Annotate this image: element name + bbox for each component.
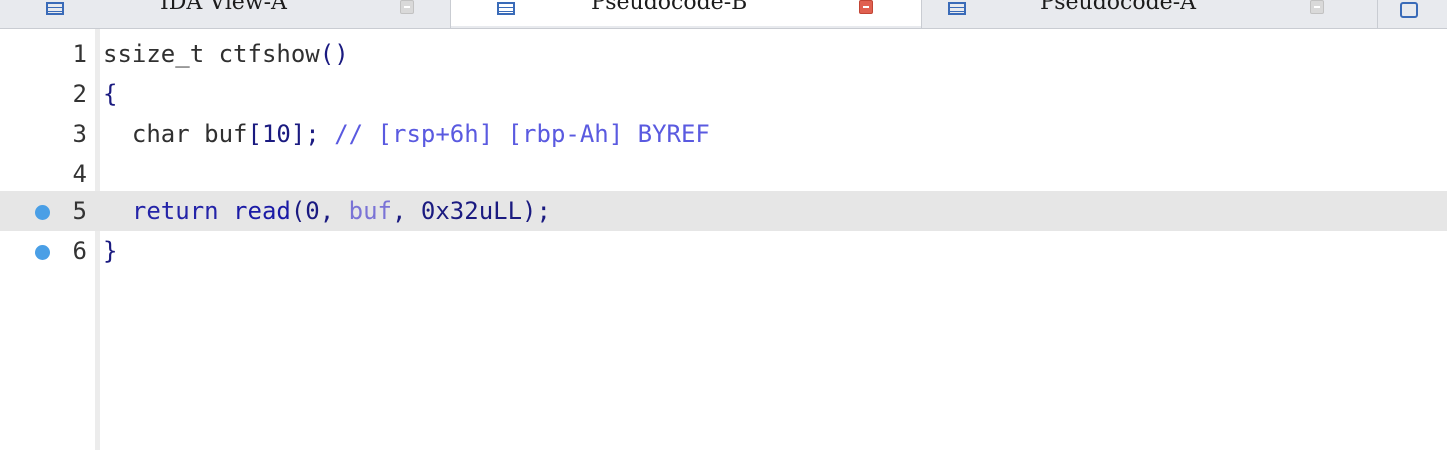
pseudocode-icon <box>948 2 966 15</box>
code-line[interactable]: 4 <box>0 154 1447 194</box>
code-text: ssize_t ctfshow() <box>103 34 349 74</box>
code-text: return read(0, buf, 0x32uLL); <box>103 191 551 231</box>
code-line[interactable]: 1 ssize_t ctfshow() <box>0 34 1447 74</box>
code-line[interactable]: 5 return read(0, buf, 0x32uLL); <box>0 191 1447 231</box>
code-token: { <box>103 80 118 108</box>
tab-label: Pseudocode-B <box>591 0 748 15</box>
line-number: 5 <box>72 197 87 225</box>
code-token: return <box>103 197 234 225</box>
line-number: 2 <box>72 80 87 108</box>
line-number: 1 <box>72 40 87 68</box>
code-token: read <box>233 197 291 225</box>
line-number: 4 <box>72 160 87 188</box>
tab-pseudocode-b[interactable]: Pseudocode-B <box>451 0 921 26</box>
code-line[interactable]: 6} <box>0 231 1447 271</box>
code-token: // [rsp+6h] [rbp-Ah] BYREF <box>319 120 710 148</box>
breakpoint-icon[interactable] <box>35 245 50 260</box>
tab-ida-view-a[interactable]: IDA View-A <box>0 0 450 26</box>
code-token: [10]; <box>247 120 320 148</box>
code-line[interactable]: 2{ <box>0 74 1447 114</box>
code-token: } <box>103 237 118 265</box>
tab-label: Pseudocode-A <box>1040 0 1197 15</box>
tab-pseudocode-a[interactable]: Pseudocode-A <box>922 0 1377 26</box>
tab-separator <box>1377 0 1378 28</box>
close-icon[interactable] <box>859 0 873 14</box>
close-icon[interactable] <box>1310 0 1324 14</box>
code-text: char buf[10]; // [rsp+6h] [rbp-Ah] BYREF <box>103 114 710 154</box>
code-token: () <box>319 40 349 68</box>
code-token: ssize_t ctfshow <box>103 40 320 68</box>
pseudocode-view[interactable]: 1 ssize_t ctfshow() 2{3 char buf[10]; // [… <box>0 29 1447 450</box>
pseudocode-icon <box>46 2 64 15</box>
line-number: 3 <box>72 120 87 148</box>
code-text: } <box>103 231 117 271</box>
code-token: (0, <box>290 197 349 225</box>
code-token: , 0x32uLL); <box>392 197 551 225</box>
tab-label: IDA View-A <box>160 0 287 15</box>
close-icon[interactable] <box>400 0 414 14</box>
code-token: buf <box>348 197 392 225</box>
line-number: 6 <box>72 237 87 265</box>
code-text: { <box>103 74 117 114</box>
pseudocode-icon <box>497 2 515 15</box>
code-line[interactable]: 3 char buf[10]; // [rsp+6h] [rbp-Ah] BYR… <box>0 114 1447 154</box>
tab-bar: IDA View-A Pseudocode-B Pseudocode-A <box>0 0 1447 29</box>
breakpoint-icon[interactable] <box>35 205 50 220</box>
hex-view-icon[interactable] <box>1400 2 1418 18</box>
code-token: char buf <box>103 120 248 148</box>
